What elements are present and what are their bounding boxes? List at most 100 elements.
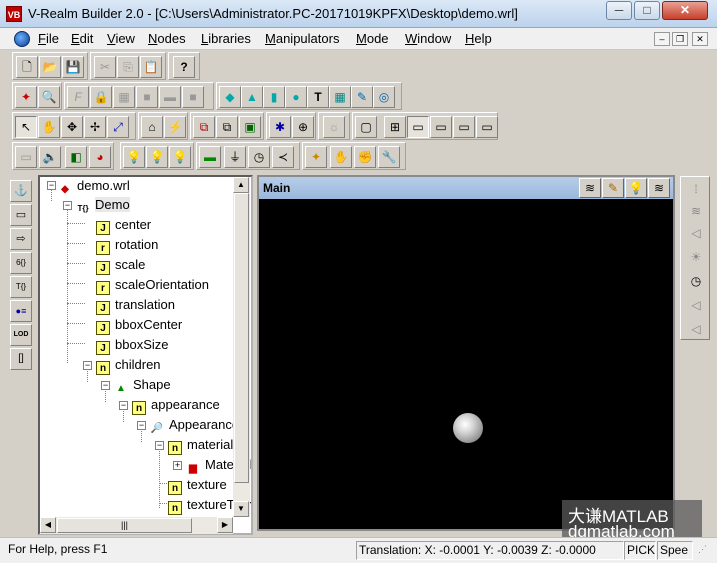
menu-mode[interactable]: Mode — [356, 31, 389, 46]
function-icon[interactable]: F — [67, 86, 89, 108]
sphere-icon[interactable]: ● — [285, 86, 307, 108]
horizontal-scroll-thumb[interactable]: ||| — [57, 518, 192, 533]
material-node-expand-button[interactable]: + — [173, 461, 182, 470]
scroll-left-icon[interactable]: ◀ — [40, 517, 56, 533]
cylinder-icon[interactable]: ▮ — [263, 86, 285, 108]
save-icon[interactable]: 💾 — [62, 56, 84, 78]
square-node-icon[interactable]: ■ — [182, 86, 204, 108]
background-icon[interactable]: ◧ — [65, 146, 87, 168]
children-collapse-button[interactable]: − — [83, 361, 92, 370]
find-node-icon[interactable]: 🔍 — [38, 86, 60, 108]
fist-icon[interactable]: ✊ — [354, 146, 376, 168]
axes-icon[interactable]: ✱ — [269, 116, 291, 138]
view-settings-icon[interactable]: ≋ — [648, 178, 670, 198]
scroll-right-icon[interactable]: ▶ — [217, 517, 233, 533]
menu-help[interactable]: Help — [465, 31, 492, 46]
mdi-minimize-button[interactable]: – — [654, 32, 670, 46]
menu-libraries[interactable]: Libraries — [201, 31, 251, 46]
mdi-close-button[interactable]: ✕ — [692, 32, 708, 46]
layout-left-icon[interactable]: ▭ — [453, 116, 475, 138]
tree-item-rotation[interactable]: r rotation — [96, 236, 158, 255]
view-timer-icon[interactable]: ◷ — [685, 271, 707, 291]
lod-icon[interactable]: LOD — [10, 324, 32, 346]
bar-node-icon[interactable]: ▬ — [159, 86, 181, 108]
inline-icon[interactable]: ●≡ — [10, 300, 32, 322]
headlight-icon[interactable]: ☼ — [323, 116, 345, 138]
main-3d-view[interactable]: Main ≋ ✎ 💡 ≋ — [257, 175, 675, 531]
indexed-face-set-icon[interactable]: ◎ — [373, 86, 395, 108]
app-icon[interactable]: VB — [6, 6, 22, 22]
lightning-icon[interactable]: ⚡ — [164, 116, 186, 138]
proximity-sensor-icon[interactable]: ▬ — [199, 146, 221, 168]
time-sensor-icon[interactable]: ◷ — [248, 146, 270, 168]
view-options-icon[interactable]: ≋ — [579, 178, 601, 198]
plane-sensor-icon[interactable]: ✦ — [305, 146, 327, 168]
close-button[interactable]: ✕ — [662, 1, 708, 20]
view-window-icon[interactable]: ▣ — [239, 116, 261, 138]
tree-item-demo[interactable]: T{} Demo — [76, 196, 130, 214]
tree-root[interactable]: ◆ demo.wrl — [58, 177, 130, 195]
layout-quad-icon[interactable]: ⊞ — [384, 116, 406, 138]
elevation-grid-icon[interactable]: ▦ — [329, 86, 351, 108]
view-tool-3-icon[interactable]: ◁ — [685, 223, 707, 243]
spot-light-icon[interactable]: 💡 — [123, 146, 145, 168]
crosshair-icon[interactable]: ⊕ — [292, 116, 314, 138]
appearance-node-collapse-button[interactable]: − — [137, 421, 146, 430]
sound-icon[interactable]: 🔈 — [39, 146, 61, 168]
menu-file[interactable]: File — [38, 31, 59, 46]
menu-view[interactable]: View — [107, 31, 135, 46]
grid-node-icon[interactable]: ▦ — [113, 86, 135, 108]
lock-icon[interactable]: 🔒 — [90, 86, 112, 108]
maximize-button[interactable]: □ — [634, 1, 660, 20]
menu-window[interactable]: Window — [405, 31, 451, 46]
node-star-icon[interactable]: ✦ — [15, 86, 37, 108]
tile-windows-icon[interactable]: ⧉ — [216, 116, 238, 138]
cut-icon[interactable]: ✂ — [94, 56, 116, 78]
material-field-collapse-button[interactable]: − — [155, 441, 164, 450]
tree-item-children[interactable]: n children — [96, 356, 161, 375]
root-collapse-button[interactable]: − — [47, 181, 56, 190]
billboard-icon[interactable]: ▭ — [10, 204, 32, 226]
box-icon[interactable]: ◆ — [219, 86, 241, 108]
tree-item-appearance-field[interactable]: n appearance — [132, 396, 220, 415]
tree-item-center[interactable]: Jcenter — [96, 216, 151, 235]
document-globe-icon[interactable] — [14, 31, 30, 47]
tree-item-scaleorientation[interactable]: r scaleOrientation — [96, 276, 209, 295]
edit-pencil-icon[interactable]: ✎ — [602, 178, 624, 198]
view-tool-6-icon[interactable]: ◁ — [685, 295, 707, 315]
mdi-restore-button[interactable]: ❐ — [672, 32, 688, 46]
view-tool-7-icon[interactable]: ◁ — [685, 319, 707, 339]
hand-icon[interactable]: ✋ — [330, 146, 352, 168]
hand-grab-icon[interactable]: ✋ — [38, 116, 60, 138]
transform-icon[interactable]: T{} — [10, 276, 32, 298]
group-icon[interactable]: 6{} — [10, 252, 32, 274]
anchor-icon[interactable]: ⚓ — [10, 180, 32, 202]
tree-item-shape[interactable]: ▲ Shape — [114, 376, 171, 394]
movie-icon[interactable]: ▭ — [15, 146, 37, 168]
headlight-toggle-icon[interactable]: 💡 — [625, 178, 647, 198]
directional-light-icon[interactable]: 💡 — [169, 146, 191, 168]
tree-item-appearance-node[interactable]: 🔎 Appearance — [150, 416, 239, 434]
move-icon[interactable]: ✥ — [61, 116, 83, 138]
tree-item-texture[interactable]: n texture — [168, 476, 227, 495]
appearance-field-collapse-button[interactable]: − — [119, 401, 128, 410]
scene-tree-panel[interactable]: − ◆ demo.wrl − T{} Demo Jcenter r rotation … — [38, 175, 253, 535]
home-view-icon[interactable]: ⌂ — [141, 116, 163, 138]
select-arrow-icon[interactable]: ↖ — [15, 116, 37, 138]
new-file-icon[interactable]: 🗋 — [16, 56, 38, 78]
tree-item-scale[interactable]: Jscale — [96, 256, 145, 275]
copy-icon[interactable]: ⎘ — [117, 56, 139, 78]
tree-item-material-field[interactable]: n material — [168, 436, 233, 455]
scale-icon[interactable]: ⤢ — [107, 116, 129, 138]
minimize-button[interactable]: ─ — [606, 1, 632, 20]
menu-edit[interactable]: Edit — [71, 31, 93, 46]
interpolator-icon[interactable]: ≺ — [272, 146, 294, 168]
cascade-windows-icon[interactable]: ⧉ — [193, 116, 215, 138]
world-info-icon[interactable]: ◕ — [89, 146, 111, 168]
resize-grip-icon[interactable]: ⋰ — [698, 541, 714, 560]
tree-vertical-scrollbar[interactable]: ▲ ▼ — [233, 177, 250, 517]
view-tool-2-icon[interactable]: ≋ — [685, 201, 707, 221]
tree-item-bboxcenter[interactable]: JbboxCenter — [96, 316, 182, 335]
wrench-icon[interactable]: 🔧 — [378, 146, 400, 168]
rendered-sphere[interactable] — [453, 413, 483, 443]
